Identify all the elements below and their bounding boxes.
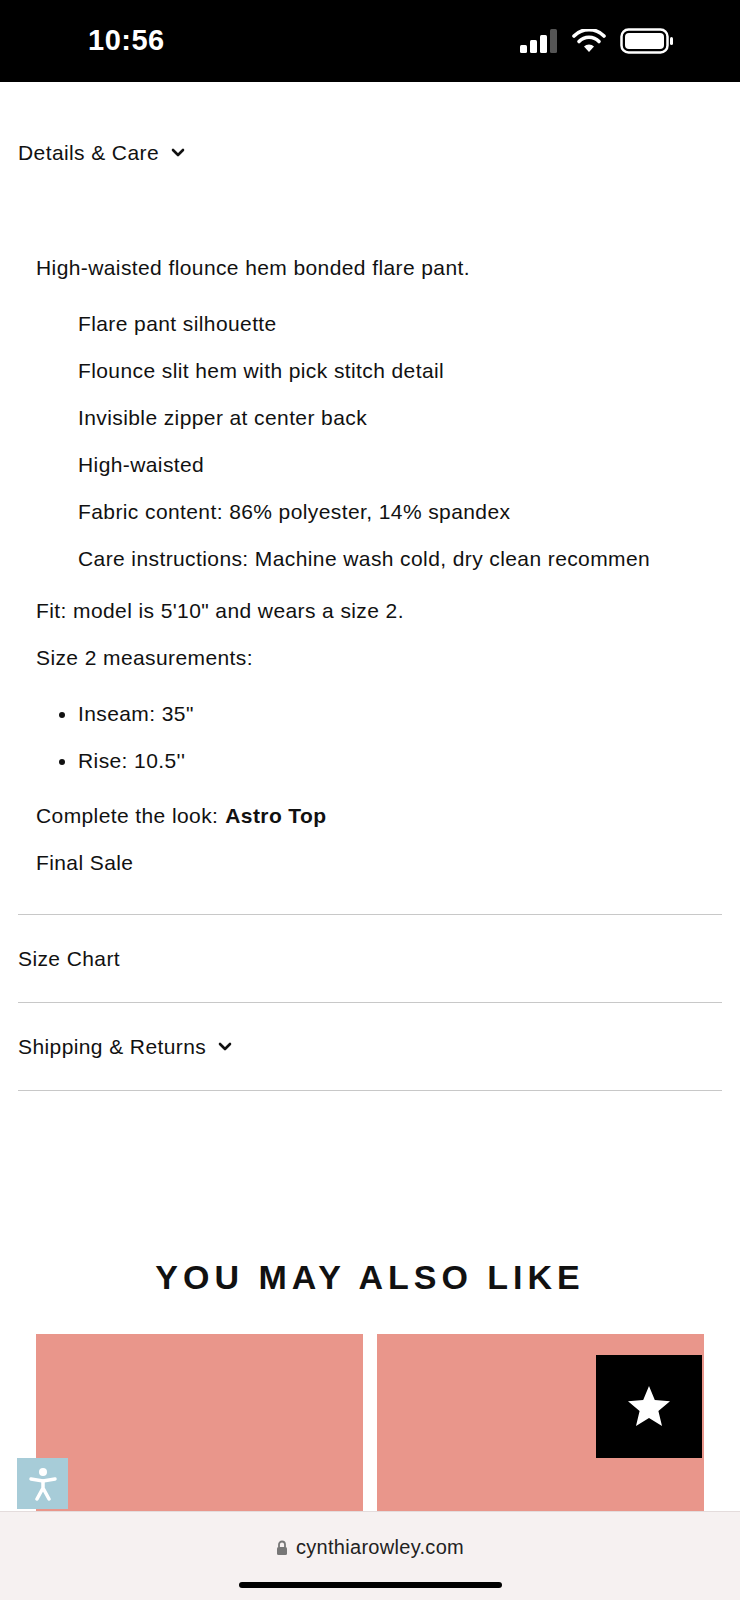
final-sale: Final Sale <box>36 839 740 886</box>
feature-item: Flare pant silhouette <box>78 300 740 347</box>
complete-label: Complete the look: <box>36 804 218 827</box>
section-label: Shipping & Returns <box>18 1031 206 1063</box>
feature-item: Fabric content: 86% polyester, 14% spand… <box>78 488 740 535</box>
astro-top-link[interactable]: Astro Top <box>225 804 326 827</box>
feature-item: High-waisted <box>78 441 740 488</box>
home-indicator <box>239 1582 502 1588</box>
star-icon <box>625 1384 673 1430</box>
feature-item: Flounce slit hem with pick stitch detail <box>78 347 740 394</box>
section-row[interactable]: Size Chart <box>18 915 722 1003</box>
accessibility-button[interactable] <box>17 1458 68 1509</box>
accessibility-icon <box>28 1467 58 1501</box>
lock-icon <box>276 1540 288 1555</box>
status-time: 10:56 <box>88 19 165 63</box>
status-bar: 10:56 <box>0 0 740 82</box>
measurement-item: Inseam: 35" <box>78 690 740 737</box>
measurement-list: Inseam: 35"Rise: 10.5'' <box>36 690 740 784</box>
feature-item: Invisible zipper at center back <box>78 394 740 441</box>
chevron-icon <box>171 148 185 158</box>
fit-note: Fit: model is 5'10" and wears a size 2. <box>36 587 740 634</box>
address-bar[interactable]: cynthiarowley.com <box>276 1532 464 1562</box>
complete-the-look: Complete the look: Astro Top <box>36 792 740 839</box>
section-row[interactable]: Shipping & Returns <box>18 1003 722 1091</box>
battery-icon <box>620 28 674 54</box>
wifi-icon <box>572 29 606 53</box>
signal-icon <box>520 29 558 53</box>
section-label: Size Chart <box>18 943 120 975</box>
browser-bar: cynthiarowley.com <box>0 1511 740 1600</box>
section-list: Size Chart Shipping & Returns <box>18 914 722 1091</box>
reviews-button[interactable] <box>596 1355 702 1458</box>
chevron-icon <box>218 1042 232 1052</box>
feature-list: Flare pant silhouetteFlounce slit hem wi… <box>36 300 740 582</box>
recommendations-title: YOU MAY ALSO LIKE <box>0 1257 740 1297</box>
details-care-label: Details & Care <box>18 137 159 169</box>
measurement-item: Rise: 10.5'' <box>78 737 740 784</box>
status-icons <box>520 28 674 54</box>
details-body: High-waisted flounce hem bonded flare pa… <box>0 244 740 886</box>
feature-item: Care instructions: Machine wash cold, dr… <box>78 535 740 582</box>
url-text: cynthiarowley.com <box>296 1532 464 1562</box>
details-care-toggle[interactable]: Details & Care <box>0 138 740 168</box>
measurements-title: Size 2 measurements: <box>36 634 740 681</box>
description: High-waisted flounce hem bonded flare pa… <box>36 244 740 291</box>
